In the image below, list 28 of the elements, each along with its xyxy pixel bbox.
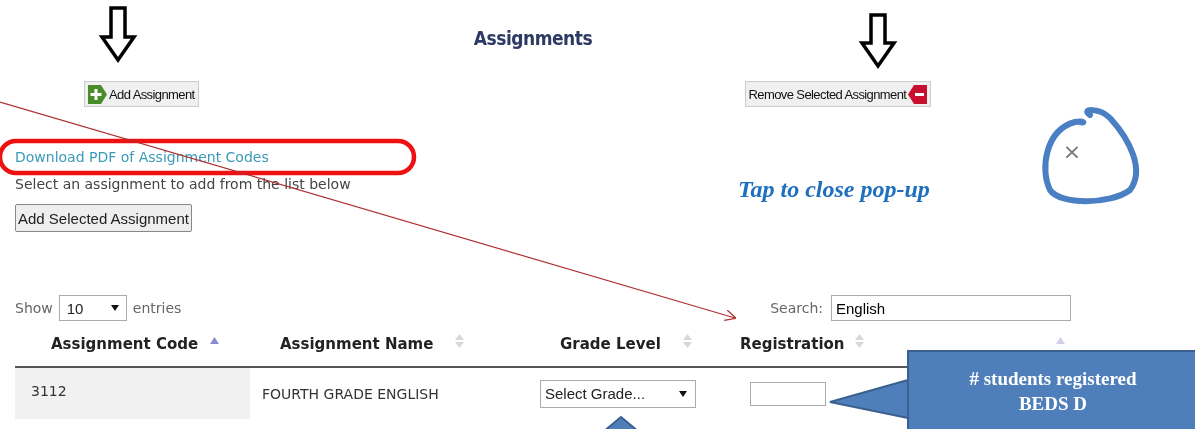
instruction-text: Select an assignment to add from the list below [15,176,351,193]
entries-label: entries [132,300,182,316]
down-arrow-icon [858,13,898,70]
entries-dropdown[interactable]: 10 [58,295,127,321]
column-header[interactable]: Assignment Name [280,335,434,353]
show-label: Show [15,300,53,316]
dropdown-caret-icon [679,390,687,397]
search-label: Search: [770,300,823,316]
search-field[interactable]: English [831,295,1071,321]
column-header[interactable]: Assignment Code [51,335,199,353]
callout-text: # students registered [969,367,1137,391]
table-cell-text: FOURTH GRADE ENGLISH [261,385,440,402]
close-hint-text: Tap to close pop-up [738,176,930,203]
down-arrow-icon [98,6,138,64]
minus-icon [908,84,928,104]
add-selected-button[interactable]: Add Selected Assignment [15,204,192,232]
dropdown-caret-icon [110,305,119,311]
remove-assignment-button[interactable]: Remove Selected Assignment [744,81,932,107]
dialog-title: Assignments [473,27,593,51]
callout-text: BEDS D [1018,392,1088,416]
close-button[interactable]: × [1061,138,1083,164]
table-cell: 3112 [15,368,250,419]
grade-dropdown[interactable]: Select Grade... [540,379,696,408]
add-assignment-button[interactable]: Add Assignment [84,81,199,107]
plus-icon [88,84,107,104]
column-header[interactable]: Grade Level [560,335,661,353]
registration-field[interactable] [750,381,826,406]
column-header[interactable]: Registration [740,335,845,353]
